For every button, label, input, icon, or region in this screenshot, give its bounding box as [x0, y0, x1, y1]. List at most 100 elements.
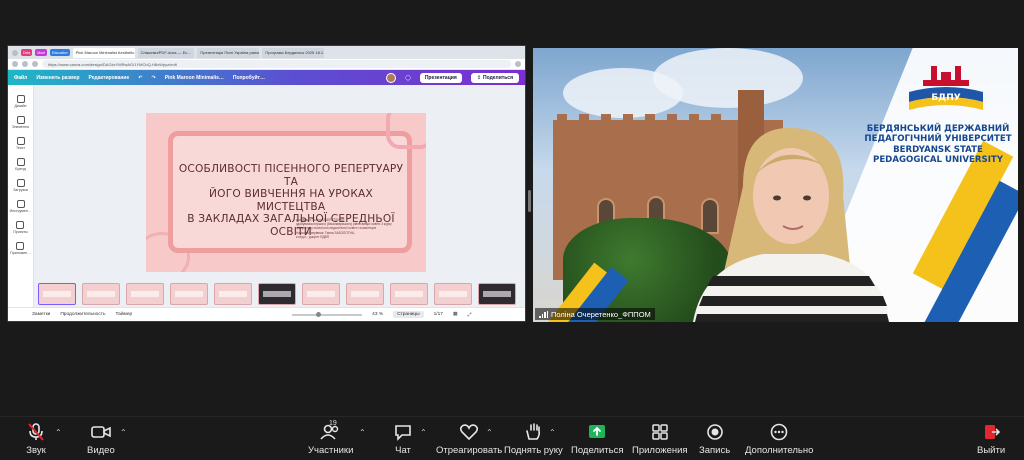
- slide-thumbnail[interactable]: [170, 283, 208, 305]
- raise-hand-label: Поднять руку: [504, 445, 563, 456]
- sidebar-item-label: Бренд: [15, 167, 26, 171]
- fullscreen-icon[interactable]: ⤢: [468, 312, 472, 318]
- slide-thumbnail[interactable]: [82, 283, 120, 305]
- avatar[interactable]: [386, 72, 397, 83]
- timer-button[interactable]: Таймер: [115, 312, 132, 317]
- share-icon: ⇪: [476, 74, 481, 81]
- comment-icon[interactable]: ◯: [405, 75, 411, 81]
- sidebar-item-label: Элементы: [11, 125, 30, 129]
- sidebar-item-elements[interactable]: Элементы: [12, 116, 29, 129]
- zoom-slider[interactable]: [292, 311, 363, 317]
- browser-menu-icon[interactable]: [12, 49, 18, 56]
- chat-button[interactable]: Чат: [393, 423, 413, 456]
- reload-icon[interactable]: [32, 61, 38, 67]
- sidebar-item-apps[interactable]: Приложен…: [10, 242, 31, 255]
- participants-options-chevron-icon[interactable]: ⌃: [359, 428, 366, 437]
- zoom-slider-handle[interactable]: [316, 311, 322, 317]
- sidebar-item-projects[interactable]: Проекты: [13, 221, 28, 234]
- slide-thumbnail[interactable]: [302, 283, 340, 305]
- slide-canvas[interactable]: ОСОБЛИВОСТІ ПІСЕННОГО РЕПЕРТУАРУ ТА ЙОГО…: [146, 113, 426, 272]
- notes-button[interactable]: Заметки: [32, 312, 50, 317]
- zoom-level[interactable]: 43 %: [372, 312, 383, 317]
- react-options-chevron-icon[interactable]: ⌃: [486, 428, 493, 437]
- microphone-muted-icon: [28, 423, 44, 441]
- back-icon[interactable]: [12, 61, 18, 67]
- slide-decoration: [386, 113, 426, 149]
- video-options-chevron-icon[interactable]: ⌃: [120, 428, 127, 437]
- more-icon: [770, 423, 788, 441]
- redo-icon[interactable]: ↷: [152, 75, 156, 81]
- apps-label: Приложения: [632, 445, 688, 456]
- canva-edit-menu[interactable]: Редактирование: [89, 75, 130, 81]
- canva-try-button[interactable]: Попробуйт…: [233, 75, 265, 81]
- raise-hand-options-chevron-icon[interactable]: ⌃: [549, 428, 556, 437]
- browser-tab-canva[interactable]: Pink Maroon Minimalist Aesthetic…: [72, 47, 135, 58]
- canva-file-menu[interactable]: Файл: [14, 75, 27, 81]
- participants-count: 19: [329, 420, 337, 427]
- slide-filmstrip: [38, 281, 525, 307]
- tab-group-chip-dela[interactable]: Dela: [21, 49, 33, 56]
- tools-icon: [16, 200, 25, 208]
- sidebar-item-label: Загрузки: [13, 188, 28, 192]
- slide-thumbnail[interactable]: [390, 283, 428, 305]
- apps-icon: [16, 242, 25, 250]
- chat-options-chevron-icon[interactable]: ⌃: [420, 428, 427, 437]
- leave-button[interactable]: Выйти: [977, 423, 1005, 456]
- slide-thumbnail[interactable]: [38, 283, 76, 305]
- folder-icon: [16, 221, 25, 229]
- shared-screen[interactable]: Dela Mont Education Pink Maroon Minimali…: [7, 45, 526, 322]
- browser-tab-program[interactable]: Програма Бердянськ 2025 18.1…: [262, 47, 325, 58]
- share-screen-button[interactable]: Поделиться: [571, 423, 623, 456]
- audio-options-chevron-icon[interactable]: ⌃: [55, 428, 62, 437]
- participant-name: Поліна Очеретенко_ФППОМ: [551, 309, 651, 319]
- canva-share-button[interactable]: ⇪ Поделиться: [470, 72, 519, 83]
- sidebar-item-design[interactable]: Дизайн: [14, 95, 27, 108]
- pages-button[interactable]: Страницы: [393, 311, 424, 318]
- record-label: Запись: [699, 445, 731, 456]
- slide-author-block[interactable]: доповідач Поліна ОЧЕРЕТЕНКО, здобувачка …: [296, 218, 406, 239]
- slide-thumbnail[interactable]: [258, 283, 296, 305]
- participant-name-tag: Поліна Очеретенко_ФППОМ: [535, 308, 655, 320]
- brand-icon: [16, 158, 25, 166]
- slide-thumbnail[interactable]: [478, 283, 516, 305]
- tab-group-chip-education[interactable]: Education: [49, 49, 70, 56]
- record-button[interactable]: Запись: [699, 423, 730, 456]
- leave-label: Выйти: [977, 445, 1006, 456]
- forward-icon[interactable]: [22, 61, 28, 67]
- url-field[interactable]: https://www.canva.com/design/DAGkxYMRwAO…: [42, 60, 511, 68]
- chat-label: Чат: [395, 445, 411, 456]
- design-icon: [16, 95, 25, 103]
- sidebar-item-tools[interactable]: Инструмен…: [10, 200, 31, 213]
- participant-video-tile[interactable]: БДПУ БЕРДЯНСЬКИЙ ДЕРЖАВНИЙ ПЕДАГОГІЧНИЙ …: [533, 48, 1018, 322]
- video-button[interactable]: Видео: [87, 423, 115, 456]
- split-view-divider[interactable]: [528, 190, 531, 212]
- sidebar-item-text[interactable]: Текст: [16, 137, 25, 150]
- participants-button[interactable]: 19 Участники: [308, 420, 353, 456]
- undo-icon[interactable]: ↶: [138, 75, 142, 81]
- more-button[interactable]: Дополнительно: [745, 423, 813, 456]
- sidebar-item-uploads[interactable]: Загрузки: [13, 179, 28, 192]
- apps-button[interactable]: Приложения: [632, 423, 688, 456]
- browser-tab-presentation[interactable]: Презентація Пісні Україна ранок…: [197, 47, 260, 58]
- slide-thumbnail[interactable]: [126, 283, 164, 305]
- sidebar-item-brand[interactable]: Бренд: [15, 158, 26, 171]
- slide-author-line: к.пед.н., доцент ЯДВП: [296, 234, 330, 239]
- audio-button[interactable]: Звук: [26, 423, 46, 456]
- canva-present-button[interactable]: Презентация: [419, 72, 462, 83]
- duration-button[interactable]: Продолжительность: [60, 312, 105, 317]
- hand-icon: [526, 423, 541, 440]
- canva-editor: Дизайн Элементы Текст Бренд Загрузки Инс…: [8, 85, 525, 321]
- browser-tab-strip: Dela Mont Education Pink Maroon Minimali…: [8, 46, 525, 59]
- svg-text:БДПУ: БДПУ: [931, 93, 960, 103]
- browser-tab-docs[interactable]: Сніжинки/PDF-docs — Ес…: [137, 47, 195, 58]
- audio-label: Звук: [26, 445, 46, 456]
- slide-thumbnail[interactable]: [214, 283, 252, 305]
- canva-doc-title[interactable]: Pink Maroon Minimalis…: [165, 75, 224, 81]
- profile-icon[interactable]: [515, 61, 521, 67]
- slide-thumbnail[interactable]: [434, 283, 472, 305]
- grid-view-icon[interactable]: ▦: [453, 312, 458, 317]
- tab-group-chip-mont[interactable]: Mont: [35, 49, 47, 56]
- slide-thumbnail[interactable]: [346, 283, 384, 305]
- canva-resize-button[interactable]: Изменить размер: [36, 75, 79, 81]
- slide-title-line: ЙОГО ВИВЧЕННЯ НА УРОКАХ МИСТЕЦТВА: [209, 188, 373, 213]
